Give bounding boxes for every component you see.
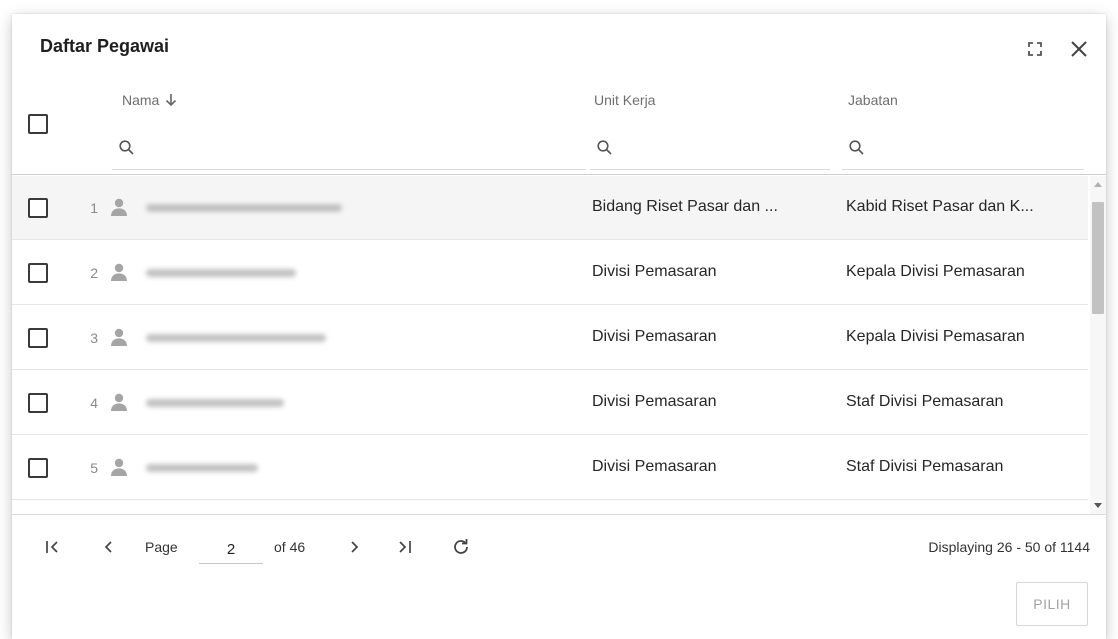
table-row[interactable]: 5 Divisi Pemasaran Staf Divisi Pemasaran	[12, 436, 1088, 500]
row-number: 2	[90, 265, 98, 281]
unit-kerja-cell: Divisi Pemasaran	[592, 328, 717, 345]
employee-grid: 1 Bidang Riset Pasar dan ... Kabid Riset…	[12, 176, 1088, 514]
employee-dialog: Daftar Pegawai Nama Unit Kerja Jabatan 1…	[12, 14, 1106, 639]
column-header-nama[interactable]: Nama	[122, 92, 177, 110]
page-label: Page	[145, 539, 178, 555]
employee-name-redacted	[146, 204, 342, 212]
vertical-scrollbar[interactable]	[1090, 176, 1106, 514]
row-number: 4	[90, 395, 98, 411]
row-checkbox[interactable]	[28, 393, 48, 413]
pilih-button[interactable]: PILIH	[1016, 582, 1088, 626]
filter-nama-input[interactable]	[112, 130, 586, 170]
close-icon[interactable]	[1068, 38, 1090, 60]
unit-kerja-cell: Bidang Riset Pasar dan ...	[592, 198, 778, 215]
search-icon	[119, 140, 134, 155]
employee-name-redacted	[146, 464, 258, 472]
scrollbar-thumb[interactable]	[1092, 202, 1104, 314]
page-number-input[interactable]	[199, 530, 263, 564]
row-number: 1	[90, 200, 98, 216]
row-checkbox[interactable]	[28, 198, 48, 218]
user-icon	[111, 263, 127, 281]
table-row[interactable]: 4 Divisi Pemasaran Staf Divisi Pemasaran	[12, 371, 1088, 435]
page-count-label: of 46	[274, 539, 306, 555]
jabatan-cell: Kepala Divisi Pemasaran	[846, 263, 1025, 280]
unit-kerja-cell: Divisi Pemasaran	[592, 263, 717, 280]
refresh-icon[interactable]	[450, 536, 472, 558]
column-header-jabatan[interactable]: Jabatan	[848, 92, 898, 108]
displaying-count: Displaying 26 - 50 of 1144	[928, 539, 1090, 555]
row-checkbox[interactable]	[28, 328, 48, 348]
maximize-icon[interactable]	[1024, 38, 1046, 60]
row-number: 3	[90, 330, 98, 346]
select-all-checkbox[interactable]	[28, 114, 48, 134]
user-icon	[111, 393, 127, 411]
filter-jabatan-input[interactable]	[842, 130, 1084, 170]
filter-unit-kerja-input[interactable]	[590, 130, 830, 170]
last-page-icon[interactable]	[394, 536, 416, 558]
employee-name-redacted	[146, 334, 326, 342]
table-row[interactable]: 1 Bidang Riset Pasar dan ... Kabid Riset…	[12, 176, 1088, 240]
column-label-nama: Nama	[122, 92, 160, 108]
search-icon	[849, 140, 864, 155]
search-icon	[597, 140, 612, 155]
row-number: 5	[90, 460, 98, 476]
table-row[interactable]: 2 Divisi Pemasaran Kepala Divisi Pemasar…	[12, 241, 1088, 305]
employee-name-redacted	[146, 399, 284, 407]
footer-divider	[12, 514, 1106, 515]
row-checkbox[interactable]	[28, 458, 48, 478]
jabatan-cell: Kabid Riset Pasar dan K...	[846, 198, 1034, 215]
prev-page-icon[interactable]	[98, 536, 120, 558]
user-icon	[111, 458, 127, 476]
user-icon	[111, 198, 127, 216]
unit-kerja-cell: Divisi Pemasaran	[592, 458, 717, 475]
row-checkbox[interactable]	[28, 263, 48, 283]
scroll-down-arrow-icon[interactable]	[1094, 503, 1102, 508]
arrow-down-icon	[165, 93, 177, 110]
scroll-up-arrow-icon[interactable]	[1094, 182, 1102, 187]
jabatan-cell: Staf Divisi Pemasaran	[846, 393, 1004, 410]
next-page-icon[interactable]	[343, 536, 365, 558]
jabatan-cell: Staf Divisi Pemasaran	[846, 458, 1004, 475]
user-icon	[111, 328, 127, 346]
pagination-toolbar: Page of 46 Displaying 26 - 50 of 1144	[12, 526, 1106, 572]
header-divider	[12, 174, 1106, 175]
dialog-title: Daftar Pegawai	[40, 36, 170, 56]
unit-kerja-cell: Divisi Pemasaran	[592, 393, 717, 410]
jabatan-cell: Kepala Divisi Pemasaran	[846, 328, 1025, 345]
first-page-icon[interactable]	[42, 536, 64, 558]
column-header-unit-kerja[interactable]: Unit Kerja	[594, 92, 655, 108]
employee-name-redacted	[146, 269, 296, 277]
table-row[interactable]: 3 Divisi Pemasaran Kepala Divisi Pemasar…	[12, 306, 1088, 370]
